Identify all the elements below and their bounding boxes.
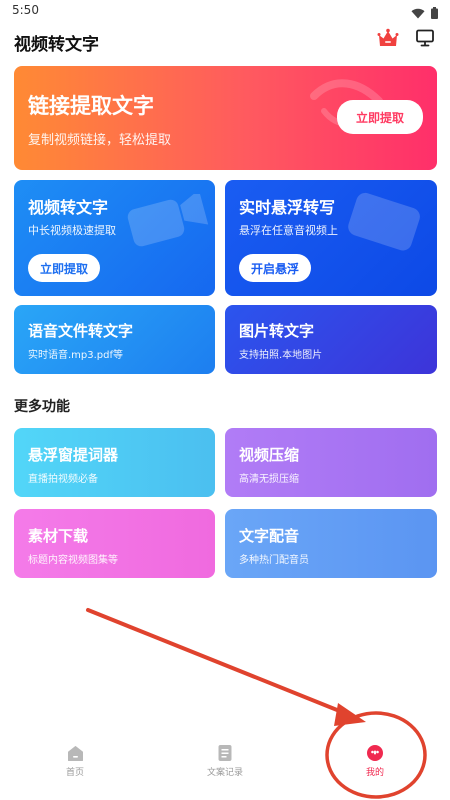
app-header: 视频转文字	[0, 24, 450, 58]
document-icon	[216, 744, 234, 762]
teleprompter-title: 悬浮窗提词器	[28, 446, 119, 464]
material-download-title: 素材下载	[28, 527, 89, 545]
more-section-title: 更多功能	[14, 399, 70, 415]
link-extract-card[interactable]: 链接提取文字 复制视频链接，轻松提取 立即提取	[14, 66, 437, 170]
float-transcribe-subtitle: 悬浮在任意音视频上	[239, 224, 338, 237]
audio-file-card[interactable]: 语音文件转文字 实时语音.mp3.pdf等	[14, 305, 215, 374]
float-window-icon	[348, 192, 420, 251]
nav-home-label: 首页	[65, 768, 84, 778]
profile-icon	[366, 744, 384, 762]
video-compress-card[interactable]: 视频压缩 高清无损压缩	[225, 428, 437, 497]
home-icon	[66, 744, 84, 762]
dubbing-title: 文字配音	[239, 527, 300, 545]
nav-home[interactable]: 首页	[0, 736, 150, 800]
teleprompter-card[interactable]: 悬浮窗提词器 直播拍视频必备	[14, 428, 215, 497]
image-to-text-title: 图片转文字	[239, 322, 315, 340]
status-icons	[411, 4, 438, 23]
vip-button[interactable]	[376, 28, 400, 52]
nav-records-label: 文案记录	[206, 768, 243, 778]
dubbing-subtitle: 多种热门配音员	[239, 555, 309, 566]
video-to-text-subtitle: 中长视频极速提取	[28, 224, 116, 237]
float-transcribe-button[interactable]: 开启悬浮	[239, 254, 311, 282]
link-extract-subtitle: 复制视频链接，轻松提取	[28, 133, 172, 148]
video-compress-title: 视频压缩	[239, 446, 300, 464]
bottom-nav: 首页 文案记录 我的	[0, 736, 450, 800]
wifi-icon	[411, 4, 425, 23]
float-transcribe-card[interactable]: 实时悬浮转写 悬浮在任意音视频上 开启悬浮	[225, 180, 437, 296]
status-bar: 5:50	[0, 0, 450, 22]
screen-button[interactable]	[413, 28, 437, 52]
video-to-text-card[interactable]: 视频转文字 中长视频极速提取 立即提取	[14, 180, 215, 296]
nav-records[interactable]: 文案记录	[150, 736, 300, 800]
nav-mine[interactable]: 我的	[300, 736, 450, 800]
dubbing-card[interactable]: 文字配音 多种热门配音员	[225, 509, 437, 578]
status-time: 5:50	[12, 3, 39, 17]
nav-mine-label: 我的	[365, 768, 384, 778]
audio-file-title: 语音文件转文字	[28, 322, 134, 340]
link-extract-button[interactable]: 立即提取	[337, 100, 423, 134]
video-compress-subtitle: 高清无损压缩	[239, 474, 299, 485]
material-download-card[interactable]: 素材下载 标题内容视频图集等	[14, 509, 215, 578]
annotation-arrow-line	[86, 608, 354, 718]
material-download-subtitle: 标题内容视频图集等	[28, 555, 118, 566]
battery-icon	[431, 4, 438, 23]
image-to-text-subtitle: 支持拍照.本地图片	[239, 350, 323, 361]
float-transcribe-title: 实时悬浮转写	[239, 198, 336, 217]
video-to-text-button[interactable]: 立即提取	[28, 254, 100, 282]
video-camera-icon	[127, 194, 209, 247]
video-to-text-title: 视频转文字	[28, 198, 109, 217]
crown-icon	[377, 28, 399, 52]
audio-file-subtitle: 实时语音.mp3.pdf等	[28, 350, 124, 361]
page-title: 视频转文字	[14, 35, 99, 55]
monitor-icon	[415, 28, 435, 52]
link-extract-title: 链接提取文字	[28, 94, 154, 118]
annotation-arrow-head	[334, 703, 366, 726]
image-to-text-card[interactable]: 图片转文字 支持拍照.本地图片	[225, 305, 437, 374]
teleprompter-subtitle: 直播拍视频必备	[28, 474, 98, 485]
